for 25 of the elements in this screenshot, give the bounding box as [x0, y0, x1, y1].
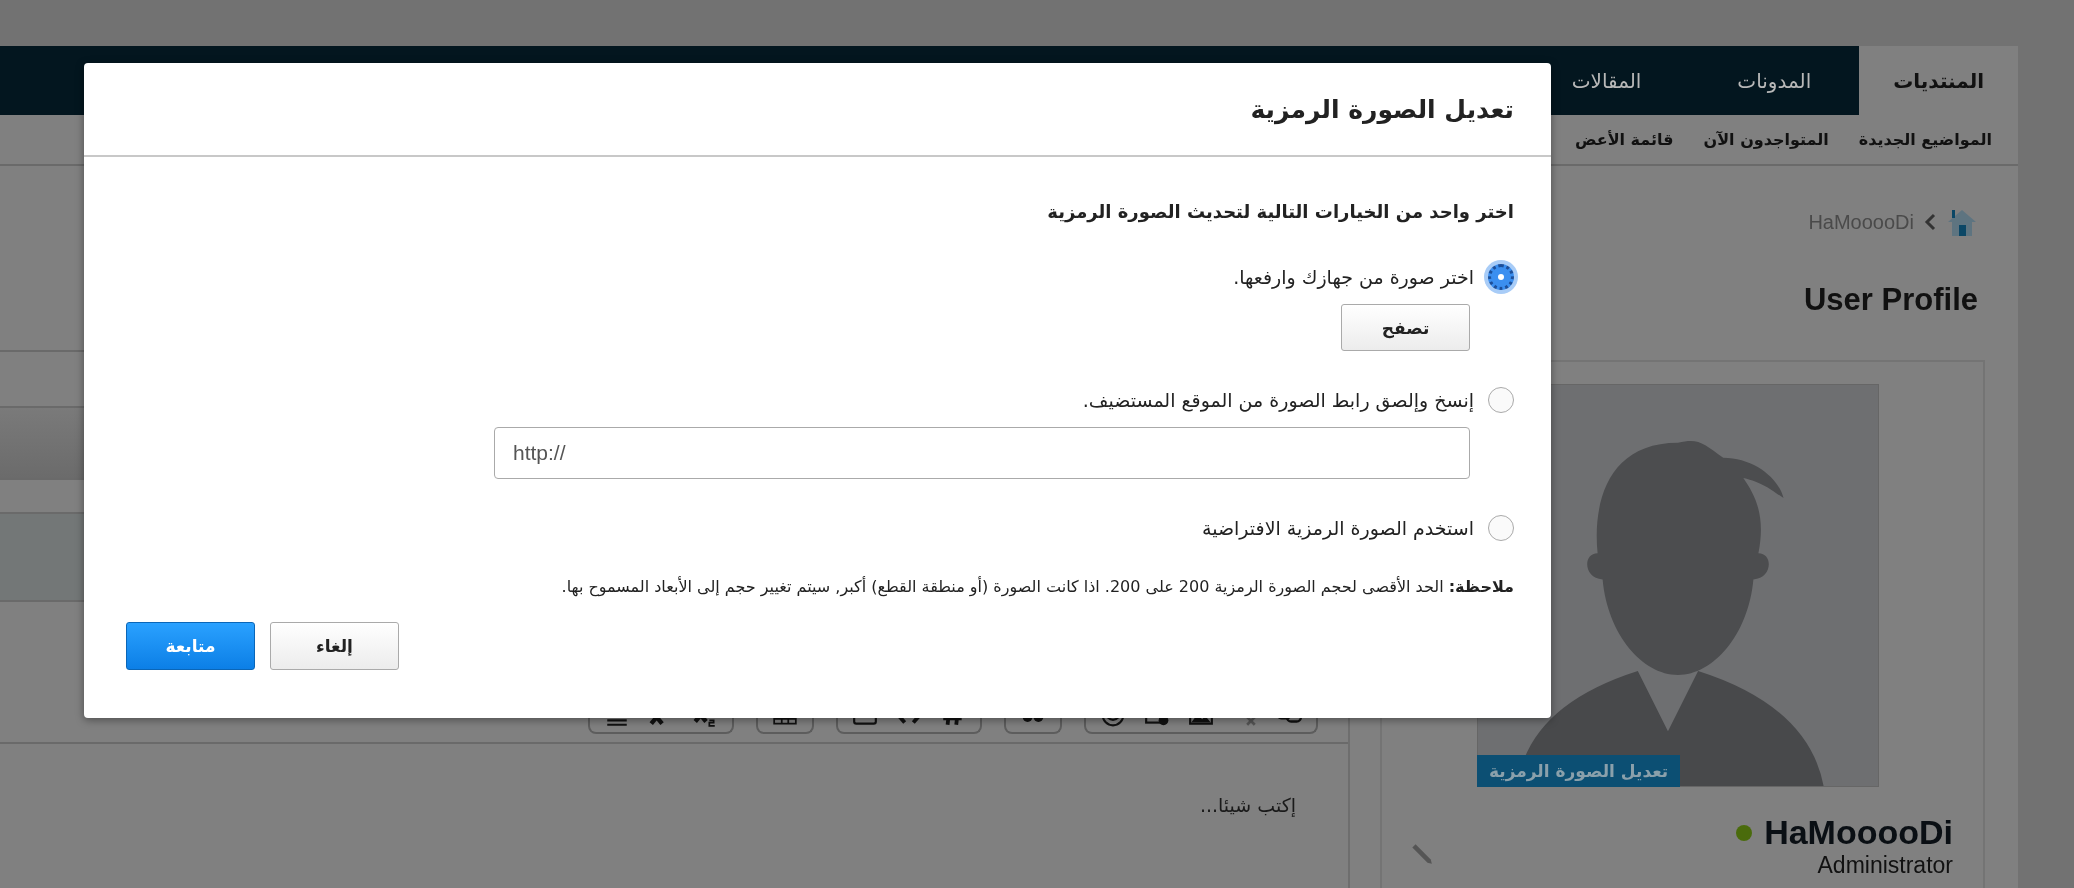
note-text: ملاحظة: الحد الأقصى لحجم الصورة الرمزية 200 على 200. اذا كانت الصورة (أو منطقة القطع) أكبر, سيتم تغيير حجم إلى الأبعاد المسموح بها.	[560, 577, 1514, 596]
url-field[interactable]: http://	[494, 427, 1470, 479]
subnav-link[interactable]: قائمة الأعض	[1574, 130, 1674, 149]
browse-button[interactable]: تصفح	[1341, 304, 1470, 351]
nav-tab[interactable]: المقالات	[1523, 46, 1690, 115]
subnav-link[interactable]: المتواجدون الآن	[1703, 130, 1829, 149]
radio-button[interactable]	[1488, 387, 1514, 413]
instruction-text: اختر واحد من الخيارات التالية لتحديث الصورة الرمزية	[1046, 201, 1514, 222]
edit-avatar-badge[interactable]: تعديل الصورة الرمزية	[1477, 755, 1681, 787]
subnav-link[interactable]: المواضيع الجديدة	[1858, 130, 1992, 149]
option-label: إنسخ وإلصق رابط الصورة من الموقع المستضيف.	[1082, 389, 1474, 411]
editor-field[interactable]: إكتب شيئا...	[0, 744, 1348, 888]
username: HaMooooDi	[1764, 813, 1953, 852]
option-label: اختر صورة من جهازك وارفعها.	[1233, 266, 1474, 288]
page-title: User Profile	[1804, 282, 1978, 318]
radio-button[interactable]	[1488, 515, 1514, 541]
nav-tab[interactable]: المنتديات	[1859, 46, 2018, 115]
dialog-title: تعديل الصورة الرمزية	[1250, 94, 1514, 124]
user-role: Administrator	[1817, 852, 1953, 879]
option-label: استخدم الصورة الرمزية الافتراضية	[1202, 517, 1474, 539]
cancel-button[interactable]: إلغاء	[270, 622, 399, 670]
nav-tab[interactable]: المدونات	[1689, 46, 1860, 115]
continue-button[interactable]: متابعة	[126, 622, 255, 670]
radio-button[interactable]	[1488, 264, 1514, 290]
chevron-icon	[1924, 213, 1936, 231]
